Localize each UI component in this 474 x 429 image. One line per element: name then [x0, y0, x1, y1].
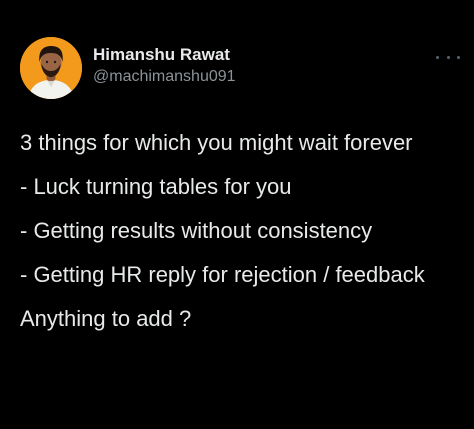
tweet-paragraph: 3 things for which you might wait foreve… [20, 130, 413, 155]
author-info: Himanshu Rawat @machimanshu091 [93, 45, 236, 87]
tweet-paragraph: Anything to add ? [20, 306, 192, 331]
avatar[interactable] [20, 37, 82, 99]
more-dot [457, 55, 460, 59]
more-horizontal-icon[interactable] [436, 50, 460, 64]
tweet-header: Himanshu Rawat @machimanshu091 [20, 37, 460, 99]
tweet-paragraph: - Getting HR reply for rejection / feedb… [20, 262, 425, 287]
tweet-card: Himanshu Rawat @machimanshu091 3 things … [0, 0, 474, 429]
author-handle[interactable]: @machimanshu091 [93, 67, 236, 87]
tweet-paragraph: - Luck turning tables for you [20, 174, 292, 199]
author-display-name[interactable]: Himanshu Rawat [93, 45, 236, 65]
tweet-text: 3 things for which you might wait foreve… [20, 127, 460, 347]
profile-photo-image [20, 37, 82, 99]
more-dot [446, 55, 450, 59]
more-dot [436, 55, 439, 59]
tweet-paragraph: - Getting results without consistency [20, 218, 373, 243]
